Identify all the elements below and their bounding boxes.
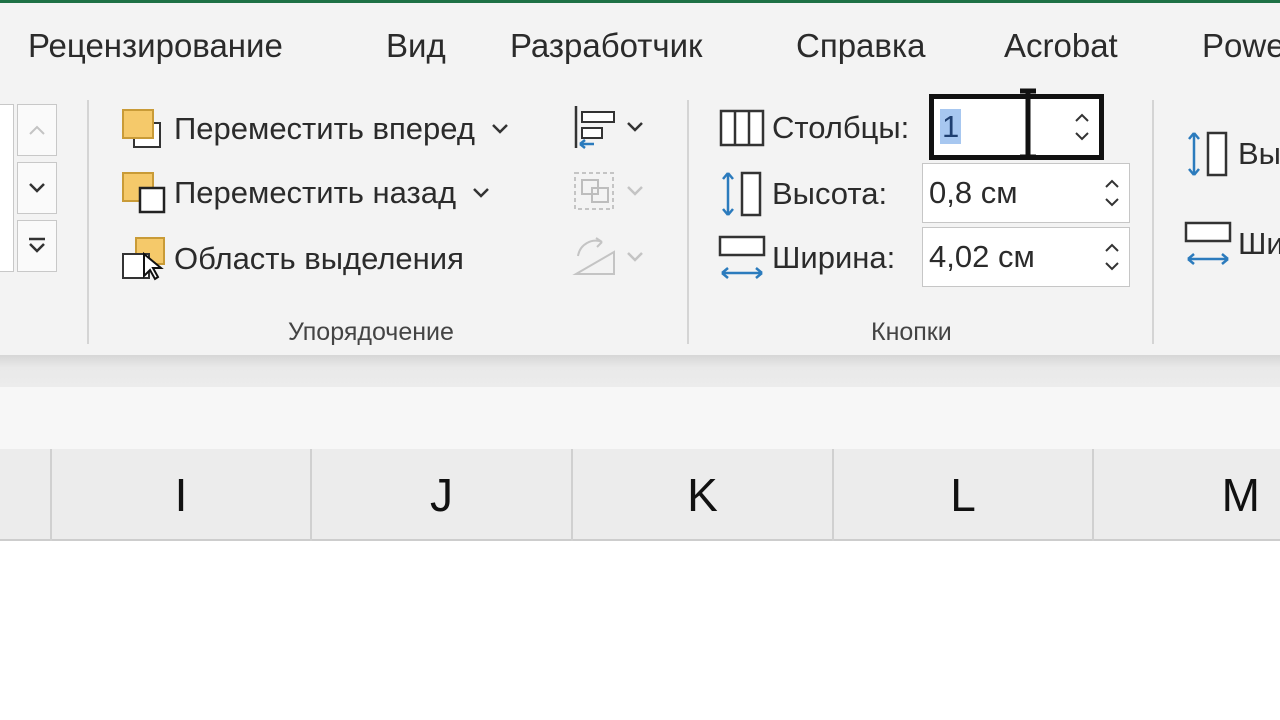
selection-pane-icon [122,237,165,281]
column-header-l[interactable]: L [832,449,1092,541]
spin-up-icon[interactable] [1104,243,1120,253]
gallery-scroll-down-button[interactable] [17,162,57,214]
columns-row: Столбцы: [718,100,909,156]
columns-value: 1 [940,109,962,144]
selection-pane-label: Область выделения [174,241,464,276]
chevron-down-icon [626,251,644,263]
group-objects-button[interactable] [570,166,644,216]
bring-forward-label: Переместить вперед [174,111,475,146]
spin-down-icon[interactable] [1074,131,1090,141]
selection-pane-button[interactable]: Область выделения [120,234,464,284]
ribbon-shadow [0,355,1280,387]
columns-label: Столбцы: [772,110,910,145]
height-icon [722,171,762,217]
width-icon [718,235,766,279]
tab-review[interactable]: Рецензирование [28,27,283,65]
columns-input[interactable]: 1 [940,109,1065,145]
arrange-group-label: Упорядочение [288,318,454,346]
align-button[interactable] [570,102,644,152]
rotate-button[interactable] [570,232,644,282]
chevron-up-icon [29,125,45,135]
column-header-m[interactable]: M [1092,449,1280,541]
shape-height-label: Вы [1238,136,1280,171]
rotate-icon [572,237,615,275]
columns-icon [719,109,765,147]
height-value[interactable]: 0,8 см [929,175,1095,211]
shape-width-row[interactable]: Ши [1184,216,1280,272]
gallery-more-icon [29,237,45,253]
text-cursor-icon [1020,88,1036,160]
shape-height-row[interactable]: Вы [1184,126,1280,182]
group-separator [687,100,689,344]
chevron-down-icon [29,183,45,193]
width-spinner[interactable]: 4,02 см [922,227,1130,287]
width-label: Ширина: [772,240,896,275]
column-header-j[interactable]: J [310,449,571,541]
shape-width-icon [1184,221,1232,265]
send-backward-button[interactable]: Переместить назад [120,168,490,218]
tab-power[interactable]: Powe [1202,27,1280,65]
height-label: Высота: [772,176,888,211]
height-row: Высота: [718,166,887,222]
send-backward-icon [122,172,166,214]
column-header-k[interactable]: K [571,449,832,541]
column-header-i[interactable]: I [50,449,310,541]
height-spinner[interactable]: 0,8 см [922,163,1130,223]
ribbon-tabs: Рецензирование Вид Разработчик Справка A… [0,3,1280,87]
columns-spin-arrows[interactable] [1065,99,1099,155]
bring-forward-button[interactable]: Переместить вперед [120,104,509,154]
gallery-scroll-up-button[interactable] [17,104,57,156]
tab-help[interactable]: Справка [796,27,925,65]
shape-height-icon [1188,131,1228,177]
align-left-icon [574,106,615,149]
group-separator [1152,100,1154,344]
chevron-down-icon [626,185,644,197]
chevron-down-icon[interactable] [491,123,509,135]
chevron-down-icon[interactable] [472,187,490,199]
buttons-group-label: Кнопки [871,318,952,346]
width-row: Ширина: [718,230,895,286]
gallery-pane [0,104,14,272]
spin-up-icon[interactable] [1104,179,1120,189]
formula-bar-area [0,387,1280,449]
spin-up-icon[interactable] [1074,113,1090,123]
height-spin-arrows[interactable] [1095,164,1129,222]
tab-acrobat[interactable]: Acrobat [1004,27,1118,65]
spin-down-icon[interactable] [1104,197,1120,207]
group-separator [87,100,89,344]
style-gallery [0,104,58,272]
column-header-row: I J K L M [0,449,1280,541]
spin-down-icon[interactable] [1104,261,1120,271]
tab-developer[interactable]: Разработчик [510,27,702,65]
chevron-down-icon [626,121,644,133]
gallery-more-button[interactable] [17,220,57,272]
width-spin-arrows[interactable] [1095,228,1129,286]
group-objects-icon [574,172,614,210]
send-backward-label: Переместить назад [174,175,457,210]
shape-width-label: Ши [1238,226,1280,261]
bring-forward-icon [122,109,161,148]
worksheet-cells[interactable] [0,541,1280,720]
width-value[interactable]: 4,02 см [929,239,1095,275]
tab-view[interactable]: Вид [386,27,446,65]
